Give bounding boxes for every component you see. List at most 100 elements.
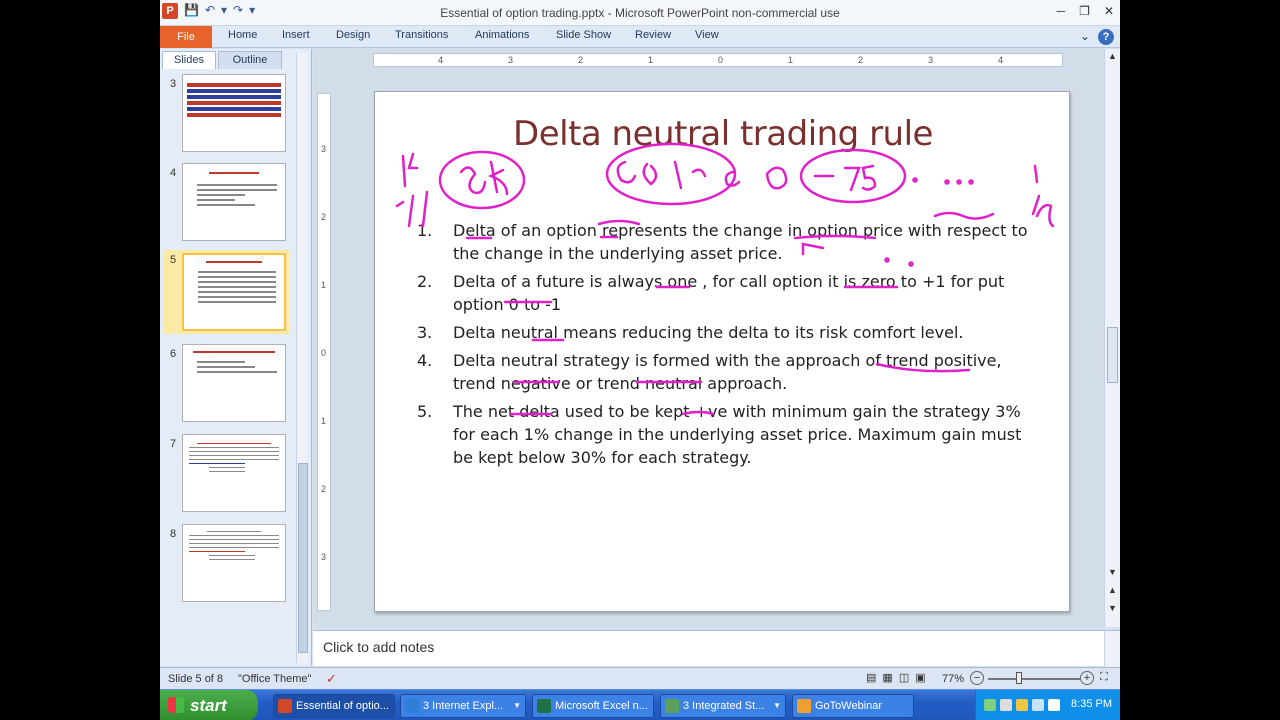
ruler-tick: 0 xyxy=(321,348,327,358)
zoom-level[interactable]: 77% xyxy=(942,673,964,685)
ink-annotations xyxy=(395,142,1055,416)
title-bar: P 💾 ↶ ▾ ↷ ▾ Essential of option trading.… xyxy=(160,0,1120,26)
ruler-tick: 3 xyxy=(321,552,327,562)
task-powerpoint[interactable]: Essential of optio... xyxy=(273,694,395,718)
previous-slide-icon[interactable]: ▲ xyxy=(1108,585,1117,595)
ink-stroke xyxy=(395,152,429,228)
minimize-icon[interactable]: ─ xyxy=(1057,4,1066,18)
scrollbar-thumb[interactable] xyxy=(1107,327,1118,383)
scroll-down-icon[interactable]: ▼ xyxy=(1108,567,1117,577)
slide-thumbnail-3[interactable]: 3 xyxy=(160,74,300,158)
tray-icon[interactable] xyxy=(1048,699,1060,711)
ink-circle xyxy=(605,142,737,206)
help-icon[interactable]: ? xyxy=(1098,29,1114,45)
slide-thumbnail-8[interactable]: 8 xyxy=(160,524,300,608)
slide-number: 8 xyxy=(170,528,177,540)
spell-check-icon[interactable]: ✓ xyxy=(326,671,337,687)
tab-slides[interactable]: Slides xyxy=(162,51,216,69)
ruler-tick: 4 xyxy=(438,55,444,65)
zoom-in-icon[interactable]: + xyxy=(1080,671,1094,685)
slide-thumbnail-image xyxy=(182,344,286,422)
task-gotowebinar[interactable]: GoToWebinar xyxy=(792,694,914,718)
zoom-slider[interactable] xyxy=(988,678,1080,680)
slide-thumbnail-5[interactable]: 5 xyxy=(163,250,289,334)
editor-scrollbar[interactable]: ▲ ▼ ▲ ▼ xyxy=(1104,49,1120,627)
powerpoint-window: P 💾 ↶ ▾ ↷ ▾ Essential of option trading.… xyxy=(160,0,1120,720)
ruler-tick: 2 xyxy=(578,55,584,65)
notes-placeholder[interactable]: Click to add notes xyxy=(323,639,434,655)
zoom-out-icon[interactable]: − xyxy=(970,671,984,685)
slide-sorter-icon[interactable]: ▦ xyxy=(882,671,892,684)
ink-stroke xyxy=(616,160,741,190)
app-icon xyxy=(665,699,679,713)
ink-stroke xyxy=(1031,164,1055,228)
tab-home[interactable]: Home xyxy=(228,29,257,41)
internet-explorer-icon xyxy=(405,699,419,713)
status-bar: Slide 5 of 8 "Office Theme" ✓ ▤ ▦ ◫ ▣ 77… xyxy=(160,667,1120,689)
tab-review[interactable]: Review xyxy=(635,29,671,41)
tray-icon[interactable] xyxy=(1000,699,1012,711)
task-internet-explorer[interactable]: 3 Internet Expl... ▼ xyxy=(400,694,526,718)
ink-stroke xyxy=(765,166,788,190)
slide-thumbnail-image xyxy=(182,253,286,331)
ink-dot xyxy=(944,179,950,185)
scrollbar-thumb[interactable] xyxy=(298,463,308,653)
ink-stroke xyxy=(465,234,877,256)
tab-file[interactable]: File xyxy=(160,26,212,48)
tray-icon[interactable] xyxy=(1032,699,1044,711)
task-label: Microsoft Excel n... xyxy=(555,700,648,712)
ink-dot xyxy=(884,257,890,263)
scroll-up-icon[interactable]: ▲ xyxy=(1108,51,1117,61)
slide-thumbnail-4[interactable]: 4 xyxy=(160,163,300,247)
slide-show-icon[interactable]: ▣ xyxy=(915,671,925,684)
tray-icon[interactable] xyxy=(1016,699,1028,711)
start-button[interactable]: start xyxy=(160,690,258,720)
windows-flag-icon xyxy=(168,697,184,713)
ruler-tick: 4 xyxy=(998,55,1004,65)
ruler-tick: 1 xyxy=(321,280,327,290)
window-title: Essential of option trading.pptx - Micro… xyxy=(440,6,840,20)
close-icon[interactable]: ✕ xyxy=(1104,4,1114,18)
tab-animations[interactable]: Animations xyxy=(475,29,529,41)
slide-thumbnail-image xyxy=(182,74,286,152)
ink-stroke xyxy=(459,166,487,195)
minimize-ribbon-icon[interactable]: ⌄ xyxy=(1080,29,1090,45)
task-integrated[interactable]: 3 Integrated St... ▼ xyxy=(660,694,786,718)
slide-thumbnail-image xyxy=(182,163,286,241)
tab-outline[interactable]: Outline xyxy=(218,51,282,69)
tab-view[interactable]: View xyxy=(695,29,719,41)
notes-pane[interactable]: Click to add notes xyxy=(313,630,1120,667)
slides-pane-scrollbar[interactable] xyxy=(296,53,308,663)
task-label: GoToWebinar xyxy=(815,700,883,712)
tab-transitions[interactable]: Transitions xyxy=(395,29,448,41)
slide-number: 6 xyxy=(170,348,177,360)
slide-thumbnail-image xyxy=(182,524,286,602)
task-excel[interactable]: Microsoft Excel n... xyxy=(532,694,654,718)
normal-view-icon[interactable]: ▤ xyxy=(866,671,876,684)
ruler-tick: 1 xyxy=(788,55,794,65)
task-label: 3 Internet Expl... xyxy=(423,700,504,712)
slide-counter: Slide 5 of 8 xyxy=(168,673,224,685)
ruler-tick: 3 xyxy=(508,55,514,65)
task-label: 3 Integrated St... xyxy=(683,700,765,712)
reading-view-icon[interactable]: ◫ xyxy=(899,671,909,684)
fit-to-window-icon[interactable]: ⛶ xyxy=(1100,671,1108,684)
powerpoint-icon xyxy=(278,699,292,713)
notes-scrollbar[interactable] xyxy=(1104,631,1120,667)
ruler-tick: 3 xyxy=(928,55,934,65)
tab-insert[interactable]: Insert xyxy=(282,29,310,41)
slide-thumbnail-7[interactable]: 7 xyxy=(160,434,300,518)
tab-design[interactable]: Design xyxy=(336,29,370,41)
taskbar-clock[interactable]: 8:35 PM xyxy=(1071,698,1112,710)
next-slide-icon[interactable]: ▼ xyxy=(1108,603,1117,613)
zoom-slider-knob[interactable] xyxy=(1016,672,1022,684)
tray-icon[interactable] xyxy=(984,699,996,711)
slide-thumbnail-6[interactable]: 6 xyxy=(160,344,300,428)
slides-pane: Slides Outline ✕ 3 4 xyxy=(160,49,312,666)
tab-slide-show[interactable]: Slide Show xyxy=(556,29,611,41)
restore-icon[interactable]: ❐ xyxy=(1079,4,1090,18)
slide-canvas[interactable]: Delta neutral trading rule 1. Delta of a… xyxy=(374,91,1070,612)
windows-taskbar: start Essential of optio... 3 Internet E… xyxy=(160,689,1120,720)
ink-dot xyxy=(968,179,974,185)
theme-name[interactable]: "Office Theme" xyxy=(238,673,311,685)
